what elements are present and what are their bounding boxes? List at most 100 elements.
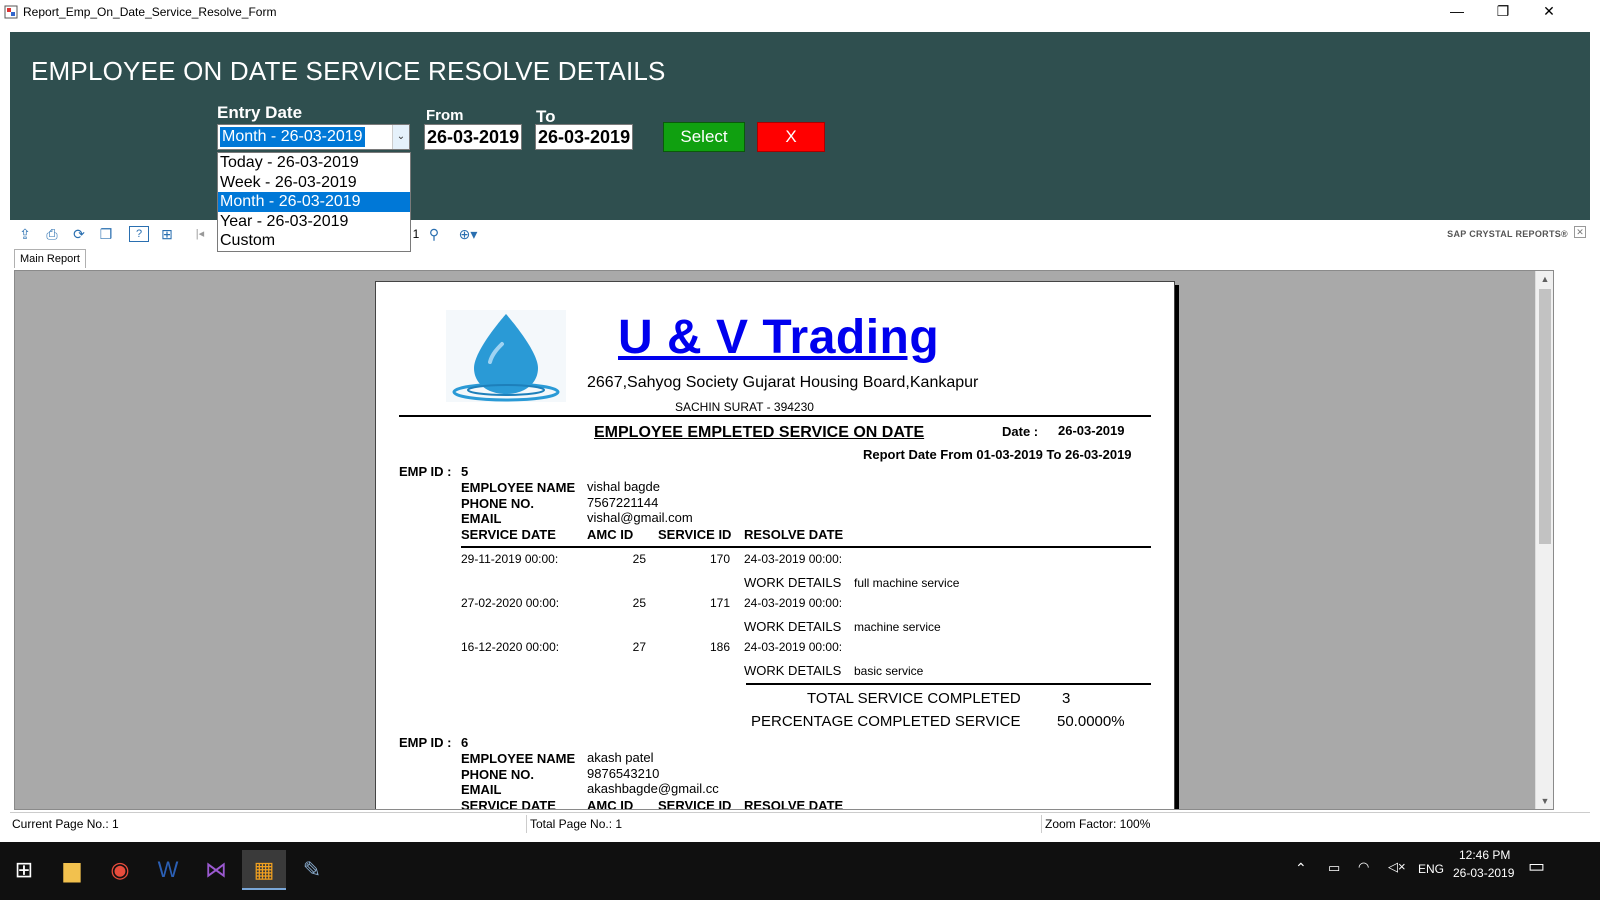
help-icon[interactable]: ? [129,226,149,242]
report-viewer[interactable]: U & V Trading 2667,Sahyog Society Gujara… [14,270,1554,810]
notifications-icon[interactable]: ▭ [1528,856,1545,877]
word-icon[interactable]: W [146,850,190,890]
close-viewer-icon[interactable]: ✕ [1574,226,1586,238]
scroll-up-icon[interactable]: ▲ [1536,271,1553,287]
phone-label: PHONE NO. [461,496,534,511]
print-icon[interactable]: ⎙ [42,224,62,244]
work-details-value: basic service [854,664,924,678]
to-date-input[interactable]: 26-03-2019 [535,124,633,150]
scroll-thumb[interactable] [1539,289,1551,544]
company-address: 2667,Sahyog Society Gujarat Housing Boar… [587,374,979,391]
phone-label: PHONE NO. [461,767,534,782]
sap-crystal-brand: SAP CRYSTAL REPORTS® [1447,229,1568,239]
row-amc-id: 25 [632,596,646,610]
work-details-label: WORK DETAILS [744,575,842,590]
select-button[interactable]: Select [663,122,745,152]
chrome-icon[interactable]: ◉ [98,850,142,890]
status-divider [526,815,527,833]
service-id-header: SERVICE ID [658,527,732,542]
chevron-down-icon[interactable]: ⌄ [392,125,409,149]
window-titlebar: Report_Emp_On_Date_Service_Resolve_Form … [0,0,1600,32]
app-icon [4,5,18,19]
row-resolve-date: 24-03-2019 00:00: [744,552,843,566]
visual-studio-icon[interactable]: ⋈ [194,850,238,890]
row-service-date: 27-02-2020 00:00: [461,596,560,610]
close-window-button[interactable]: ✕ [1526,0,1572,24]
entry-date-select[interactable]: Month - 26-03-2019 ⌄ [217,124,410,150]
vertical-scrollbar[interactable]: ▲ ▼ [1535,271,1553,809]
employee-name-label: EMPLOYEE NAME [461,751,576,766]
clock-date[interactable]: 26-03-2019 [1453,866,1514,880]
resolve-date-header: RESOLVE DATE [744,798,844,810]
tab-main-report[interactable]: Main Report [14,249,86,268]
emp-id-label: EMP ID : [399,735,452,750]
emp-id-value: 6 [461,735,469,750]
total-page-status: Total Page No.: 1 [530,817,623,831]
wifi-icon[interactable]: ◠ [1358,859,1369,875]
email-label: EMAIL [461,782,502,797]
service-id-header: SERVICE ID [658,798,732,810]
percentage-value: 50.0000% [1057,713,1125,730]
entry-date-label: Entry Date [217,103,303,122]
work-details-label: WORK DETAILS [744,663,842,678]
zoom-status: Zoom Factor: 100% [1045,817,1151,831]
phone-value: 9876543210 [587,766,660,781]
windows-start-icon[interactable]: ⊞ [2,850,46,890]
email-value: vishal@gmail.com [587,510,693,525]
row-amc-id: 27 [632,640,646,654]
total-value: 3 [1062,690,1071,707]
current-page-status: Current Page No.: 1 [12,817,119,831]
row-service-id: 170 [709,552,730,566]
clock-time[interactable]: 12:46 PM [1459,848,1510,862]
total-label: TOTAL SERVICE COMPLETED [807,690,1021,707]
export-icon[interactable]: ⇪ [15,224,35,244]
group-tree-icon[interactable]: ⊞ [157,224,177,244]
report-date-label: Date : [1002,424,1039,439]
report-page: U & V Trading 2667,Sahyog Society Gujara… [375,281,1175,810]
divider [399,415,1151,417]
amc-id-header: AMC ID [587,527,634,542]
table-divider [461,546,1151,548]
status-divider [1041,815,1042,833]
entry-date-dropdown-list: Today - 26-03-2019 Week - 26-03-2019 Mon… [217,152,411,252]
page-title: EMPLOYEE ON DATE SERVICE RESOLVE DETAILS [31,56,666,86]
file-explorer-icon[interactable]: ▆ [50,850,94,890]
company-city: SACHIN SURAT - 394230 [675,400,814,414]
paint-icon[interactable]: ✎ [290,850,334,890]
row-resolve-date: 24-03-2019 00:00: [744,596,843,610]
copy-icon[interactable]: ❐ [96,224,116,244]
refresh-icon[interactable]: ⟳ [69,224,89,244]
report-title: EMPLOYEE EMPLETED SERVICE ON DATE [594,424,925,441]
report-date-range: Report Date From 01-03-2019 To 26-03-201… [863,447,1132,462]
dropdown-option-today[interactable]: Today - 26-03-2019 [218,153,410,173]
email-label: EMAIL [461,511,502,526]
find-icon[interactable]: ⚲ [424,224,444,244]
dropdown-option-year[interactable]: Year - 26-03-2019 [218,212,410,232]
battery-icon[interactable]: ▭ [1328,860,1340,876]
dropdown-option-custom[interactable]: Custom [218,231,410,251]
restore-button[interactable]: ❐ [1480,0,1526,24]
volume-muted-icon[interactable]: ◁× [1388,859,1406,875]
row-service-id: 186 [709,640,730,654]
from-date-input[interactable]: 26-03-2019 [424,124,522,150]
scroll-down-icon[interactable]: ▼ [1536,793,1553,809]
row-service-date: 16-12-2020 00:00: [461,640,560,654]
tray-chevron-up-icon[interactable]: ⌃ [1295,860,1307,877]
row-resolve-date: 24-03-2019 00:00: [744,640,843,654]
dropdown-option-month[interactable]: Month - 26-03-2019 [218,192,410,212]
row-service-date: 29-11-2019 00:00: [461,552,559,566]
window-title: Report_Emp_On_Date_Service_Resolve_Form [23,5,277,19]
report-date-value: 26-03-2019 [1058,423,1125,438]
first-page-icon[interactable]: |◂ [190,224,210,244]
minimize-button[interactable]: — [1434,0,1480,24]
language-indicator[interactable]: ENG [1418,862,1444,876]
zoom-icon[interactable]: ⊕▾ [454,224,482,244]
work-details-value: full machine service [854,576,960,590]
dropdown-option-week[interactable]: Week - 26-03-2019 [218,173,410,193]
row-amc-id: 25 [632,552,646,566]
emp-id-label: EMP ID : [399,464,452,479]
close-button[interactable]: X [757,122,825,152]
company-name: U & V Trading [618,311,940,364]
crystal-app-icon[interactable]: ▦ [242,850,286,890]
entry-date-selected-value: Month - 26-03-2019 [220,127,365,147]
